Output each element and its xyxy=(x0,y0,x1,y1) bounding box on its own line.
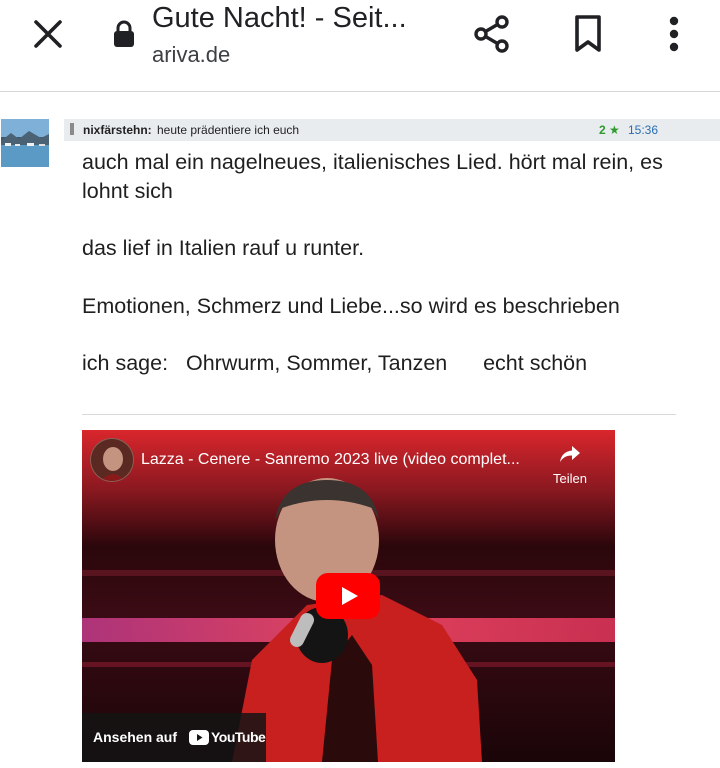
youtube-embed[interactable]: Lazza - Cenere - Sanremo 2023 live (vide… xyxy=(82,430,615,762)
video-share-button[interactable]: Teilen xyxy=(544,442,596,490)
more-menu-button[interactable] xyxy=(652,12,696,56)
play-icon xyxy=(316,573,380,619)
watch-on-youtube-button[interactable]: Ansehen auf YouTube xyxy=(82,713,266,762)
watch-on-label: Ansehen auf xyxy=(93,729,178,745)
user-avatar[interactable] xyxy=(1,119,49,167)
play-button[interactable] xyxy=(316,573,380,619)
post-time: 15:36 xyxy=(628,123,659,137)
video-share-label: Teilen xyxy=(553,471,587,486)
video-title[interactable]: Lazza - Cenere - Sanremo 2023 live (vide… xyxy=(141,451,520,469)
browser-top-bar: Gute Nacht! - Seit... ariva.de xyxy=(0,0,720,92)
youtube-wordmark: YouTube xyxy=(211,729,266,745)
share-arrow-icon xyxy=(560,446,580,462)
close-button[interactable] xyxy=(28,16,68,52)
post-subject: heute prädentiere ich euch xyxy=(157,123,300,137)
channel-avatar-image xyxy=(91,439,133,481)
bookmark-button[interactable] xyxy=(566,12,610,56)
bookmark-icon xyxy=(575,15,601,52)
post-stars[interactable]: 2 ★ xyxy=(599,123,620,137)
page-title: Gute Nacht! - Seit... xyxy=(152,2,407,34)
channel-avatar[interactable] xyxy=(90,438,134,482)
page-domain: ariva.de xyxy=(152,42,231,67)
post-marker xyxy=(70,123,74,135)
youtube-logo-icon xyxy=(189,730,209,745)
post-paragraph: das lief in Italien rauf u runter. xyxy=(82,236,365,260)
post-divider xyxy=(82,414,676,415)
close-icon xyxy=(34,20,62,48)
share-button[interactable] xyxy=(470,12,514,56)
avatar-image xyxy=(1,119,49,167)
post-paragraph: auch mal ein nagelneues, italienisches L… xyxy=(82,150,663,203)
lock-icon xyxy=(114,20,134,47)
post-paragraph: Emotionen, Schmerz und Liebe...so wird e… xyxy=(82,294,620,318)
post-username[interactable]: nixfärstehn: xyxy=(83,123,152,137)
share-icon xyxy=(474,15,509,53)
more-vert-icon xyxy=(669,16,679,52)
post-header: nixfärstehn: heute prädentiere ich euch … xyxy=(64,119,720,141)
post-paragraph: ich sage: Ohrwurm, Sommer, Tanzen echt s… xyxy=(82,351,588,375)
youtube-logo: YouTube xyxy=(189,729,266,747)
